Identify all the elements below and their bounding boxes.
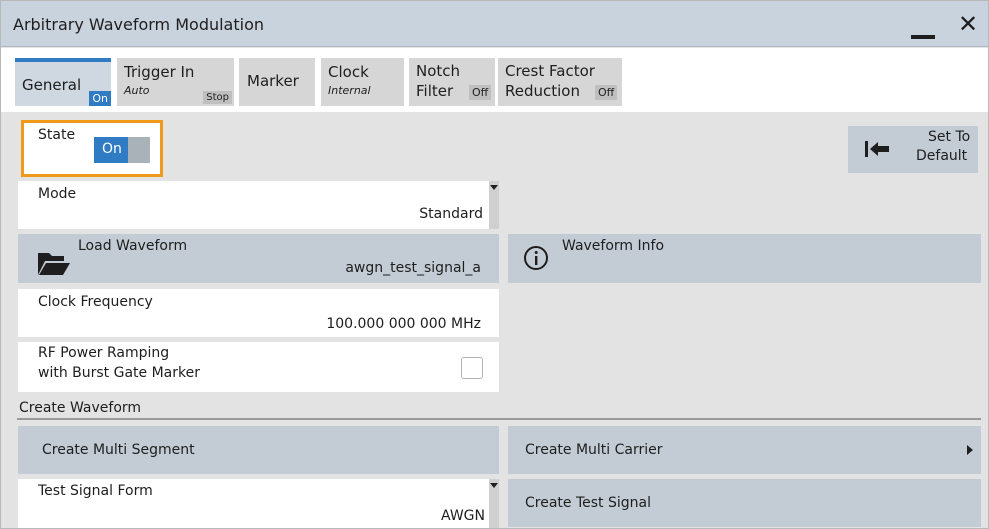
set-to-default-line1: Set To — [928, 129, 971, 145]
tab-notch-filter[interactable]: Notch Filter Off — [409, 58, 495, 106]
clock-frequency-value: 100.000 000 000 MHz — [326, 316, 481, 332]
tab-clock-label: Clock — [328, 63, 369, 81]
create-waveform-section-label: Create Waveform — [19, 400, 142, 416]
tab-general-label: General — [22, 76, 82, 94]
create-test-signal-button[interactable]: Create Test Signal — [508, 479, 981, 527]
test-signal-form-label: Test Signal Form — [38, 483, 153, 499]
state-label: State — [38, 127, 76, 143]
folder-icon — [38, 253, 70, 275]
create-multi-segment-button[interactable]: Create Multi Segment — [18, 426, 499, 474]
tab-notch-badge: Off — [469, 85, 492, 100]
arb-modulation-dialog: Arbitrary Waveform Modulation ✕ General … — [0, 0, 989, 529]
load-waveform-button[interactable]: Load Waveform awgn_test_signal_a — [18, 234, 499, 283]
tab-marker[interactable]: Marker — [239, 58, 315, 106]
title-bar: Arbitrary Waveform Modulation ✕ — [1, 1, 988, 47]
tab-crest-label2: Reduction — [505, 82, 580, 100]
info-icon — [524, 246, 548, 270]
tab-general[interactable]: General On — [15, 58, 111, 106]
state-toggle-value: On — [102, 141, 122, 157]
tab-trigger-label: Trigger In — [124, 63, 195, 81]
close-icon[interactable]: ✕ — [955, 9, 981, 39]
waveform-info-label: Waveform Info — [562, 238, 665, 254]
state-control[interactable]: State On — [21, 120, 163, 177]
create-test-signal-label: Create Test Signal — [525, 495, 651, 511]
test-signal-form-dropdown[interactable]: Test Signal Form AWGN — [18, 479, 499, 528]
tab-general-badge: On — [89, 91, 111, 106]
load-waveform-label: Load Waveform — [78, 238, 188, 254]
tab-trigger-badge: Stop — [203, 91, 232, 104]
general-content: State On Set To Default Mode Standard Lo… — [1, 112, 988, 528]
set-to-default-button[interactable]: Set To Default — [848, 126, 978, 173]
create-multi-segment-label: Create Multi Segment — [42, 442, 195, 458]
mode-label: Mode — [38, 186, 77, 202]
clock-frequency-field[interactable]: Clock Frequency 100.000 000 000 MHz — [18, 289, 499, 337]
tab-crest-badge: Off — [595, 85, 618, 100]
minimize-icon[interactable] — [907, 15, 937, 41]
tab-clock[interactable]: Clock Internal — [321, 58, 404, 106]
rf-power-ramping-checkbox[interactable] — [461, 357, 483, 379]
chevron-down-icon — [489, 181, 499, 229]
rf-power-ramping-line2: with Burst Gate Marker — [38, 365, 200, 381]
mode-dropdown[interactable]: Mode Standard — [18, 181, 499, 229]
waveform-info-button[interactable]: Waveform Info — [508, 234, 981, 283]
create-multi-carrier-label: Create Multi Carrier — [525, 442, 663, 458]
tab-crest-factor[interactable]: Crest Factor Reduction Off — [498, 58, 622, 106]
tab-notch-label: Notch — [416, 62, 461, 80]
rf-power-ramping-row: RF Power Ramping with Burst Gate Marker — [18, 342, 499, 392]
clock-frequency-label: Clock Frequency — [38, 294, 153, 310]
tab-bar: General On Trigger In Auto Stop Marker C… — [1, 48, 988, 112]
tab-marker-label: Marker — [247, 72, 299, 90]
create-multi-carrier-button[interactable]: Create Multi Carrier — [508, 426, 981, 474]
rf-power-ramping-line1: RF Power Ramping — [38, 345, 170, 361]
state-toggle-knob — [128, 137, 150, 163]
test-signal-form-value: AWGN — [441, 508, 485, 524]
set-to-default-line2: Default — [916, 148, 968, 164]
tab-notch-label2: Filter — [416, 82, 454, 100]
arrow-to-left-bar-icon — [865, 141, 889, 157]
tab-crest-label: Crest Factor — [505, 62, 595, 80]
tab-trigger-in[interactable]: Trigger In Auto Stop — [117, 58, 234, 106]
chevron-down-icon — [489, 479, 499, 528]
section-divider — [17, 418, 981, 420]
window-title: Arbitrary Waveform Modulation — [13, 15, 265, 34]
load-waveform-value: awgn_test_signal_a — [345, 260, 481, 276]
mode-value: Standard — [419, 206, 483, 222]
tab-trigger-sub: Auto — [124, 84, 150, 97]
chevron-right-icon — [967, 445, 973, 455]
tab-clock-sub: Internal — [328, 84, 371, 97]
